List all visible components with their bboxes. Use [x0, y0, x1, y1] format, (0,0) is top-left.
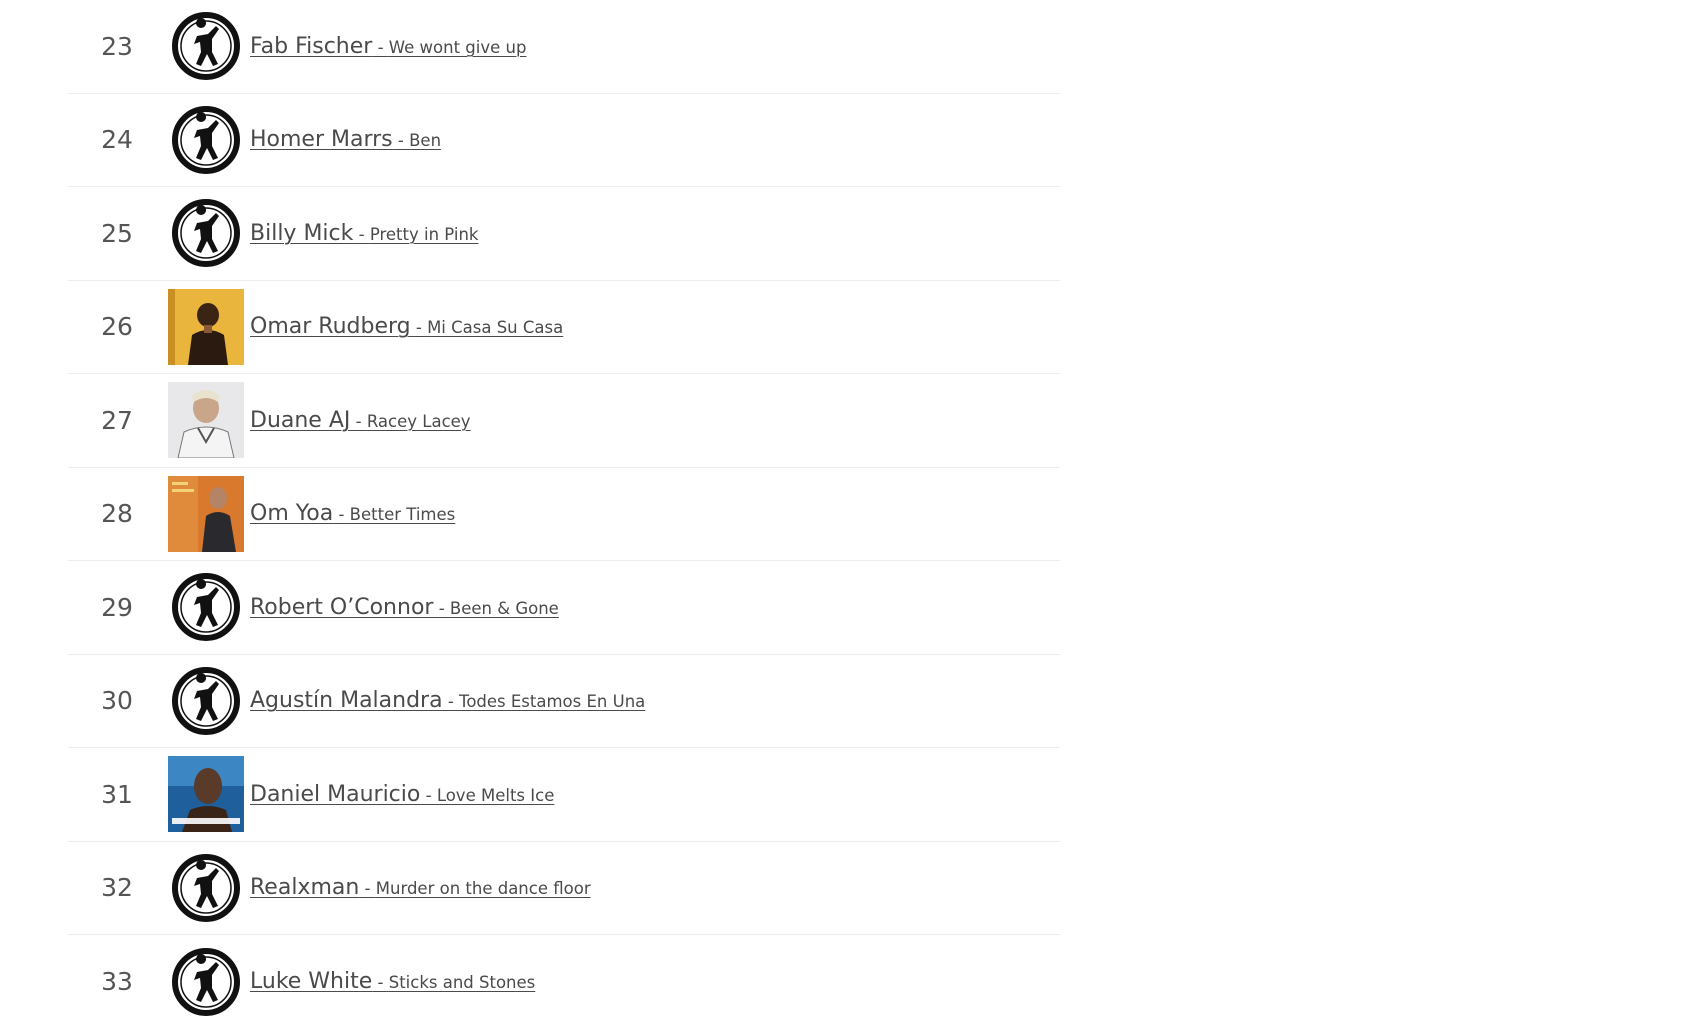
logo-icon[interactable]: [168, 8, 244, 84]
logo-icon[interactable]: [168, 102, 244, 178]
logo-icon[interactable]: [168, 663, 244, 739]
track-link[interactable]: Homer Marrs - Ben: [250, 94, 441, 187]
chart-row: 23 Fab Fischer - We wont give up: [68, 0, 1060, 94]
chart-row: 30 Agustín Malandra - Todes Estamos En U…: [68, 655, 1060, 748]
rank-number: 31: [101, 779, 133, 809]
logo-icon[interactable]: [168, 195, 244, 271]
track-link[interactable]: Omar Rudberg - Mi Casa Su Casa: [250, 281, 563, 374]
separator: -: [420, 785, 437, 805]
album-cover-image[interactable]: [168, 288, 244, 365]
rank-number: 26: [101, 312, 133, 342]
song-title: Murder on the dance floor: [375, 879, 591, 899]
song-title: Sticks and Stones: [388, 973, 536, 993]
track-link[interactable]: Om Yoa - Better Times: [250, 468, 455, 561]
rank-number: 24: [101, 125, 133, 155]
song-title: Ben: [409, 131, 442, 151]
album-cover-image[interactable]: [168, 382, 244, 459]
artist-name: Billy Mick: [250, 220, 354, 246]
chart-list: 23 Fab Fischer - We wont give up 24 Home…: [68, 0, 1060, 1029]
rank-number: 30: [101, 686, 133, 716]
track-link[interactable]: Robert O’Connor - Been & Gone: [250, 561, 559, 654]
chart-row: 31 Daniel Mauricio - Love Melts Ice: [68, 748, 1060, 842]
separator: -: [353, 224, 370, 244]
separator: -: [410, 318, 428, 338]
artist-name: Duane AJ: [250, 407, 351, 433]
chart-row: 24 Homer Marrs - Ben: [68, 94, 1060, 187]
track-link[interactable]: Realxman - Murder on the dance floor: [250, 842, 591, 935]
chart-row: 32 Realxman - Murder on the dance floor: [68, 842, 1060, 935]
chart-row: 27 Duane AJ - Racey Lacey: [68, 374, 1060, 468]
rank-number: 28: [101, 499, 133, 529]
artist-name: Robert O’Connor: [250, 594, 434, 620]
artist-name: Daniel Mauricio: [250, 781, 421, 807]
rank-number: 27: [101, 405, 133, 435]
artist-name: Agustín Malandra: [250, 688, 443, 714]
rank-number: 33: [101, 967, 133, 997]
rank-number: 25: [101, 218, 133, 248]
track-link[interactable]: Fab Fischer - We wont give up: [250, 0, 526, 93]
separator: -: [442, 692, 460, 712]
track-link[interactable]: Agustín Malandra - Todes Estamos En Una: [250, 655, 645, 748]
logo-icon[interactable]: [168, 850, 244, 926]
logo-icon[interactable]: [168, 944, 244, 1020]
artist-name: Realxman: [250, 875, 360, 901]
album-cover-image[interactable]: [168, 475, 244, 552]
track-link[interactable]: Luke White - Sticks and Stones: [250, 935, 535, 1029]
song-title: Racey Lacey: [366, 411, 471, 431]
logo-icon[interactable]: [168, 569, 244, 645]
song-title: Been & Gone: [449, 598, 559, 618]
separator: -: [372, 973, 389, 993]
separator: -: [359, 879, 376, 899]
separator: -: [392, 131, 410, 151]
song-title: Todes Estamos En Una: [459, 692, 646, 712]
song-title: Mi Casa Su Casa: [427, 318, 564, 338]
artist-name: Omar Rudberg: [250, 314, 411, 340]
track-link[interactable]: Billy Mick - Pretty in Pink: [250, 187, 478, 280]
track-link[interactable]: Duane AJ - Racey Lacey: [250, 374, 471, 467]
rank-number: 29: [101, 592, 133, 622]
artist-name: Om Yoa: [250, 501, 334, 527]
chart-row: 26 Omar Rudberg - Mi Casa Su Casa: [68, 281, 1060, 374]
chart-row: 28 Om Yoa - Better Times: [68, 468, 1060, 561]
song-title: Love Melts Ice: [436, 785, 555, 805]
separator: -: [350, 411, 367, 431]
artist-name: Fab Fischer: [250, 33, 373, 59]
separator: -: [433, 598, 450, 618]
track-link[interactable]: Daniel Mauricio - Love Melts Ice: [250, 748, 554, 841]
artist-name: Luke White: [250, 969, 373, 995]
song-title: Better Times: [349, 505, 456, 525]
chart-row: 33 Luke White - Sticks and Stones: [68, 935, 1060, 1029]
chart-row: 29 Robert O’Connor - Been & Gone: [68, 561, 1060, 655]
chart-row: 25 Billy Mick - Pretty in Pink: [68, 187, 1060, 281]
separator: -: [333, 505, 350, 525]
artist-name: Homer Marrs: [250, 127, 393, 153]
rank-number: 23: [101, 31, 133, 61]
song-title: We wont give up: [388, 37, 527, 57]
rank-number: 32: [101, 873, 133, 903]
album-cover-image[interactable]: [168, 756, 244, 833]
song-title: Pretty in Pink: [369, 224, 479, 244]
separator: -: [372, 37, 389, 57]
